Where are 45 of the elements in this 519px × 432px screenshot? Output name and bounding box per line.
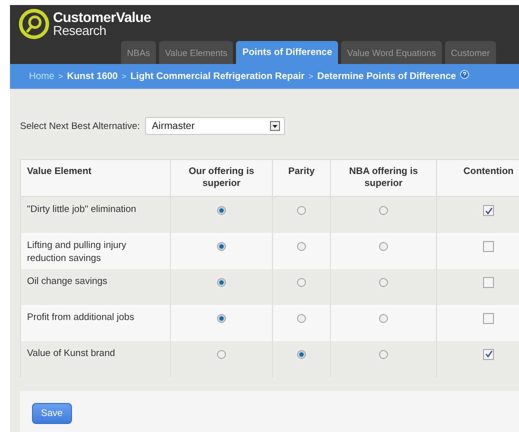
radio-button[interactable] bbox=[217, 314, 226, 322]
column-header: Parity bbox=[272, 160, 330, 196]
value-element-cell: Value of Kunst brand bbox=[20, 340, 170, 376]
breadcrumb-link[interactable]: Home bbox=[29, 70, 54, 82]
logo-subtitle: Research bbox=[53, 24, 108, 36]
checkbox[interactable] bbox=[483, 348, 494, 360]
checkbox[interactable] bbox=[483, 276, 494, 288]
breadcrumb-link[interactable]: Kunst 1600 bbox=[67, 70, 118, 82]
nav-tab[interactable]: Points of Difference bbox=[236, 41, 338, 64]
radio-button[interactable] bbox=[379, 206, 388, 215]
column-header: Our offering is superior bbox=[170, 160, 272, 196]
radio-button[interactable] bbox=[217, 278, 226, 286]
nav-tab[interactable]: Customer bbox=[444, 41, 496, 64]
radio-button[interactable] bbox=[379, 314, 388, 322]
magnifier-logo-icon bbox=[18, 8, 50, 40]
nav-tab[interactable]: Value Elements bbox=[159, 41, 234, 64]
breadcrumb-separator: > bbox=[58, 72, 64, 80]
breadcrumb-separator: > bbox=[122, 72, 126, 80]
alternative-label: Select Next Best Alternative: bbox=[20, 120, 140, 132]
nav-tab[interactable]: Value Word Equations bbox=[341, 41, 442, 64]
column-header: Value Element bbox=[20, 160, 170, 196]
breadcrumb-separator: > bbox=[308, 72, 314, 80]
checkbox[interactable] bbox=[483, 312, 494, 324]
radio-button[interactable] bbox=[379, 278, 388, 286]
alternative-select[interactable]: Airmaster bbox=[144, 117, 285, 135]
radio-button[interactable] bbox=[297, 206, 306, 215]
checkbox[interactable] bbox=[483, 205, 494, 216]
column-header: Contention bbox=[436, 160, 519, 196]
radio-button[interactable] bbox=[379, 350, 388, 358]
checkbox[interactable] bbox=[483, 240, 494, 252]
column-header: NBA offering is superior bbox=[330, 160, 436, 196]
radio-button[interactable] bbox=[297, 350, 306, 358]
radio-button[interactable] bbox=[297, 278, 306, 286]
radio-button[interactable] bbox=[297, 242, 306, 250]
breadcrumb-link[interactable]: Determine Points of Difference bbox=[317, 70, 456, 82]
radio-button[interactable] bbox=[217, 242, 226, 250]
help-icon[interactable] bbox=[460, 70, 470, 79]
radio-button[interactable] bbox=[297, 314, 306, 322]
logo-title: CustomerValue bbox=[53, 10, 152, 24]
radio-button[interactable] bbox=[379, 242, 388, 250]
radio-button[interactable] bbox=[217, 206, 226, 215]
save-button[interactable]: Save bbox=[32, 402, 72, 424]
breadcrumb-link[interactable]: Light Commercial Refrigeration Repair bbox=[130, 70, 305, 82]
radio-button[interactable] bbox=[217, 350, 226, 358]
nav-tab[interactable]: NBAs bbox=[121, 41, 156, 64]
